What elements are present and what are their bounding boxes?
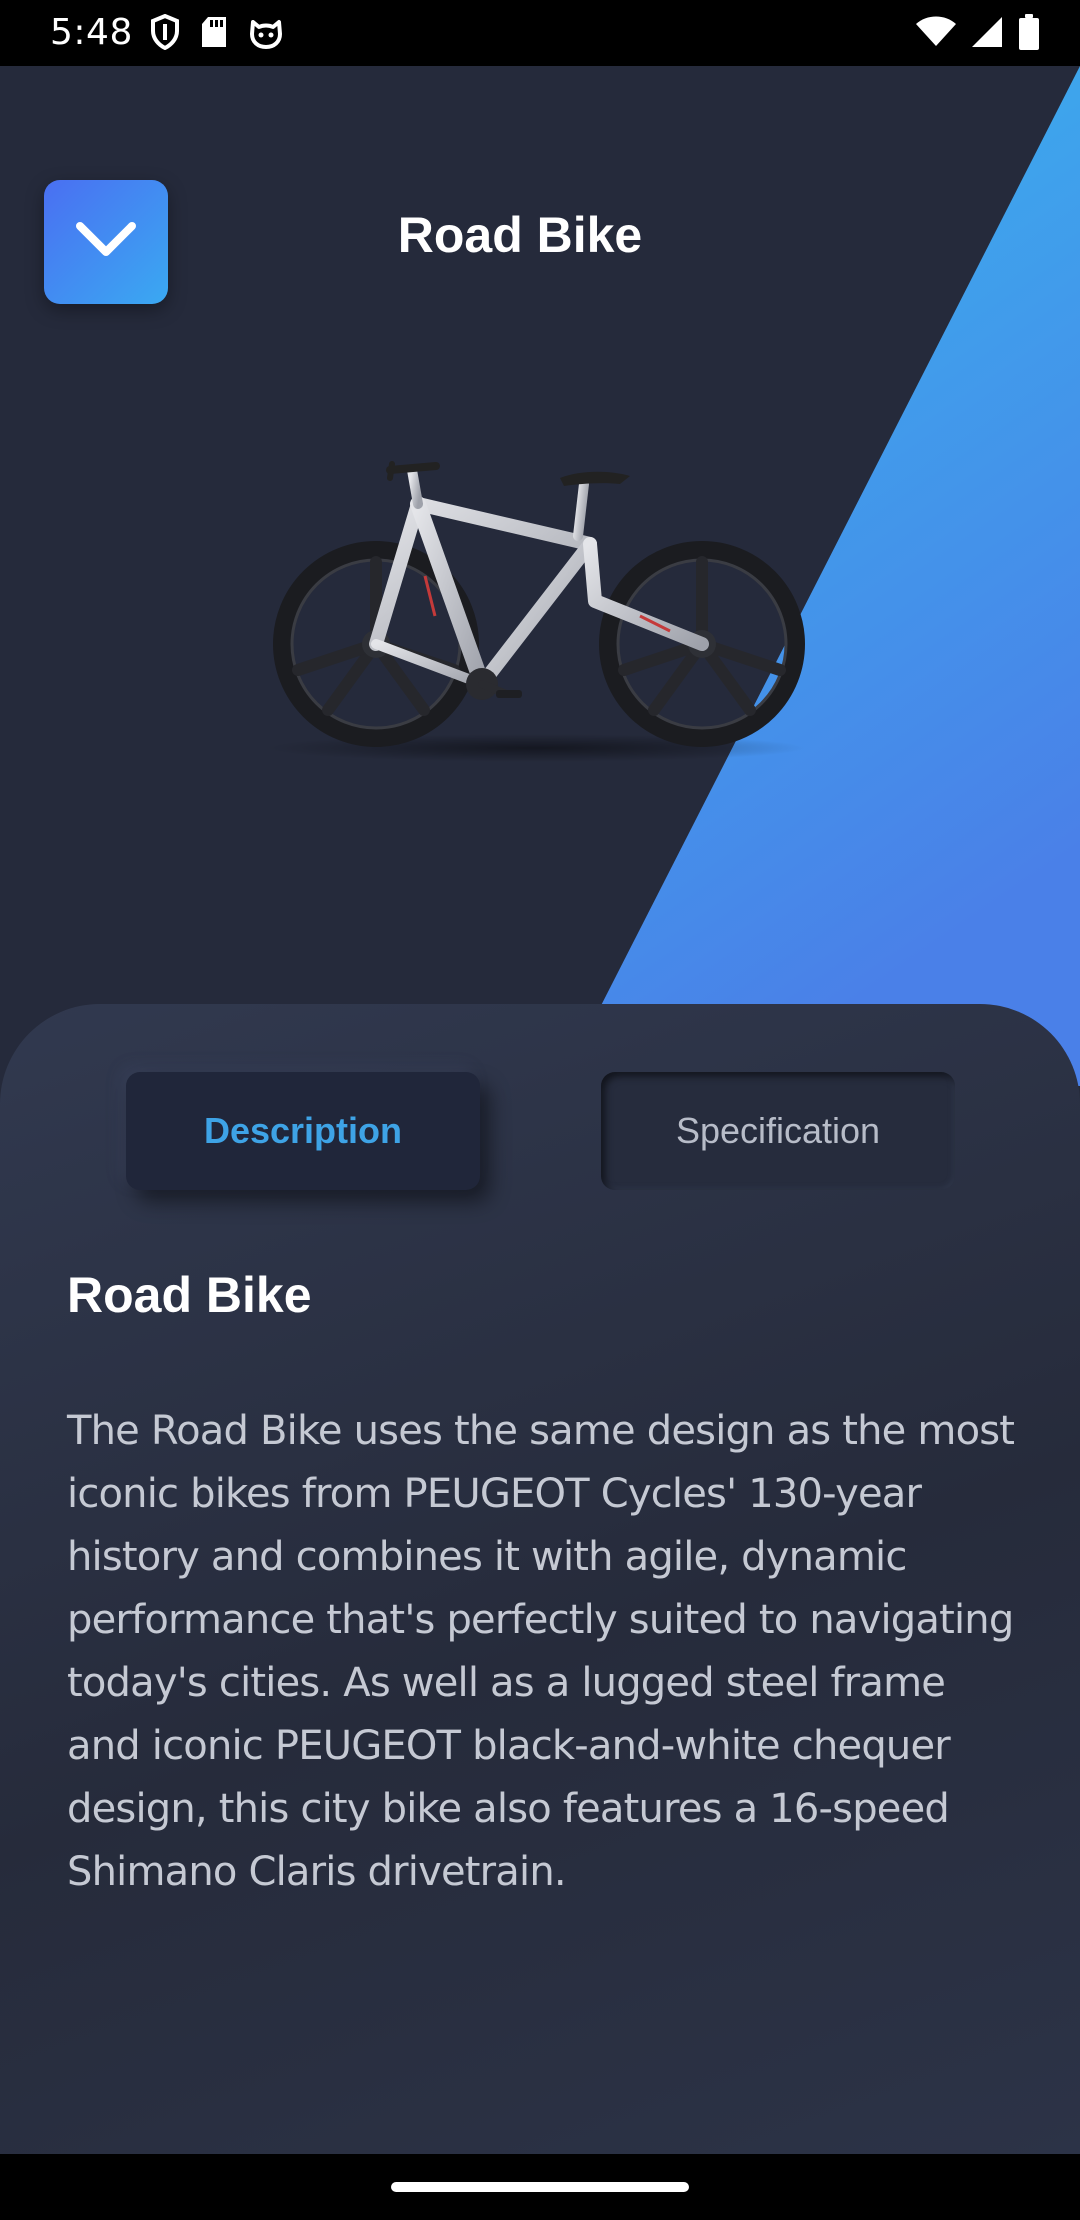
chevron-down-icon bbox=[74, 220, 138, 265]
screen: 5:48 Road Bike Description Specification… bbox=[0, 0, 1080, 2220]
cat-icon bbox=[248, 14, 284, 55]
tab-description-label: Description bbox=[203, 1110, 403, 1151]
home-indicator[interactable] bbox=[391, 2182, 689, 2192]
tab-specification-label: Specification bbox=[675, 1110, 881, 1151]
status-bar: 5:48 bbox=[0, 0, 1080, 66]
road-bike-image bbox=[265, 461, 805, 762]
status-right-icons bbox=[916, 13, 1040, 55]
cellular-signal-icon bbox=[970, 15, 1004, 54]
collapse-menu-button[interactable] bbox=[44, 180, 168, 304]
status-time: 5:48 bbox=[50, 12, 133, 53]
sd-card-icon bbox=[200, 15, 228, 54]
details-card: Description Specification Road Bike The … bbox=[0, 1004, 1080, 2154]
shield-icon bbox=[150, 13, 180, 55]
description-text: The Road Bike uses the same design as th… bbox=[67, 1408, 1015, 1895]
content-title: Road Bike bbox=[67, 1267, 312, 1323]
battery-icon bbox=[1018, 13, 1040, 55]
hero-section: Road Bike bbox=[0, 66, 1080, 1086]
status-left-icons bbox=[150, 13, 284, 55]
tab-description[interactable]: Description bbox=[126, 1072, 480, 1190]
wifi-icon bbox=[916, 16, 956, 53]
navigation-bar bbox=[0, 2154, 1080, 2220]
tab-specification[interactable]: Specification bbox=[601, 1072, 955, 1190]
